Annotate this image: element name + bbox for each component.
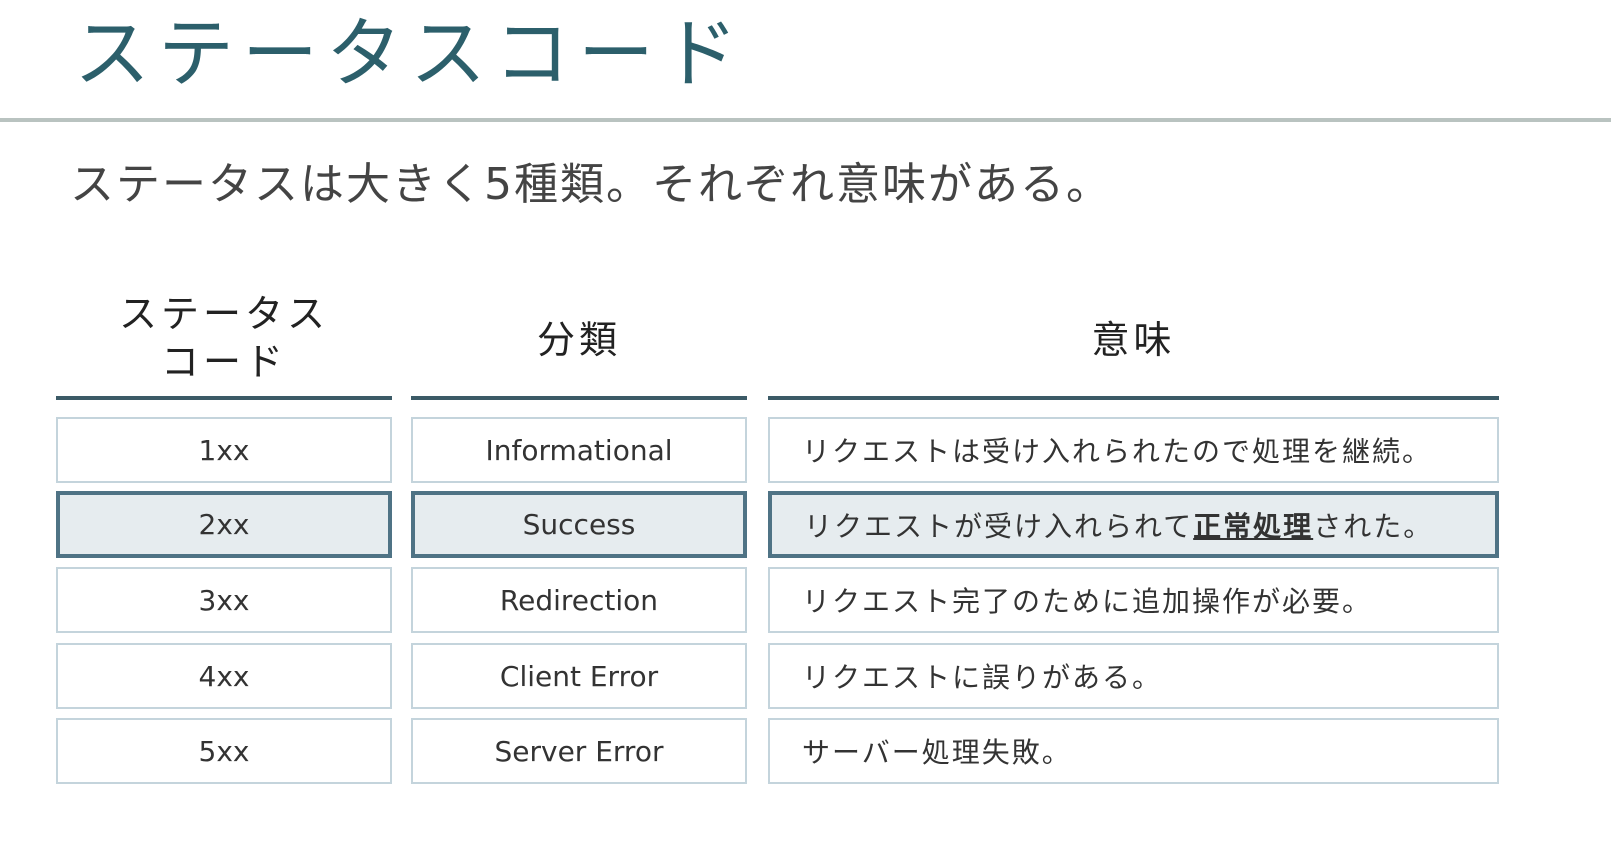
cell-meaning-4xx: リクエストに誤りがある。 [768,643,1499,709]
header-status-code: ステータス コード [56,290,392,386]
header-rule-status [56,396,392,400]
cell-meaning-5xx: サーバー処理失敗。 [768,718,1499,784]
emphasis-normal-processing: 正常処理 [1193,509,1314,543]
cell-category-redirection: Redirection [411,567,747,633]
header-status-code-line1: ステータス [118,292,329,336]
cell-meaning-3xx: リクエスト完了のために追加操作が必要。 [768,567,1499,633]
cell-meaning-1xx: リクエストは受け入れられたので処理を継続。 [768,417,1499,483]
header-meaning: 意味 [1091,318,1176,362]
header-status-code-line2: コード [160,340,287,384]
header-rule-category [411,396,747,400]
cell-code-5xx: 5xx [56,718,392,784]
subtitle: ステータスは大きく5種類。それぞれ意味がある。 [70,159,1112,210]
cell-category-success: Success [411,491,747,558]
cell-code-3xx: 3xx [56,567,392,633]
header-rule-meaning [768,396,1499,400]
cell-category-client-error: Client Error [411,643,747,709]
cell-meaning-2xx: リクエストが受け入れられて 正常処理 された。 [768,491,1499,558]
title-divider [0,118,1611,122]
page-title: ステータスコード [74,9,746,98]
header-category: 分類 [536,318,621,362]
cell-code-1xx: 1xx [56,417,392,483]
cell-code-4xx: 4xx [56,643,392,709]
cell-code-2xx: 2xx [56,491,392,558]
cell-category-informational: Informational [411,417,747,483]
cell-category-server-error: Server Error [411,718,747,784]
